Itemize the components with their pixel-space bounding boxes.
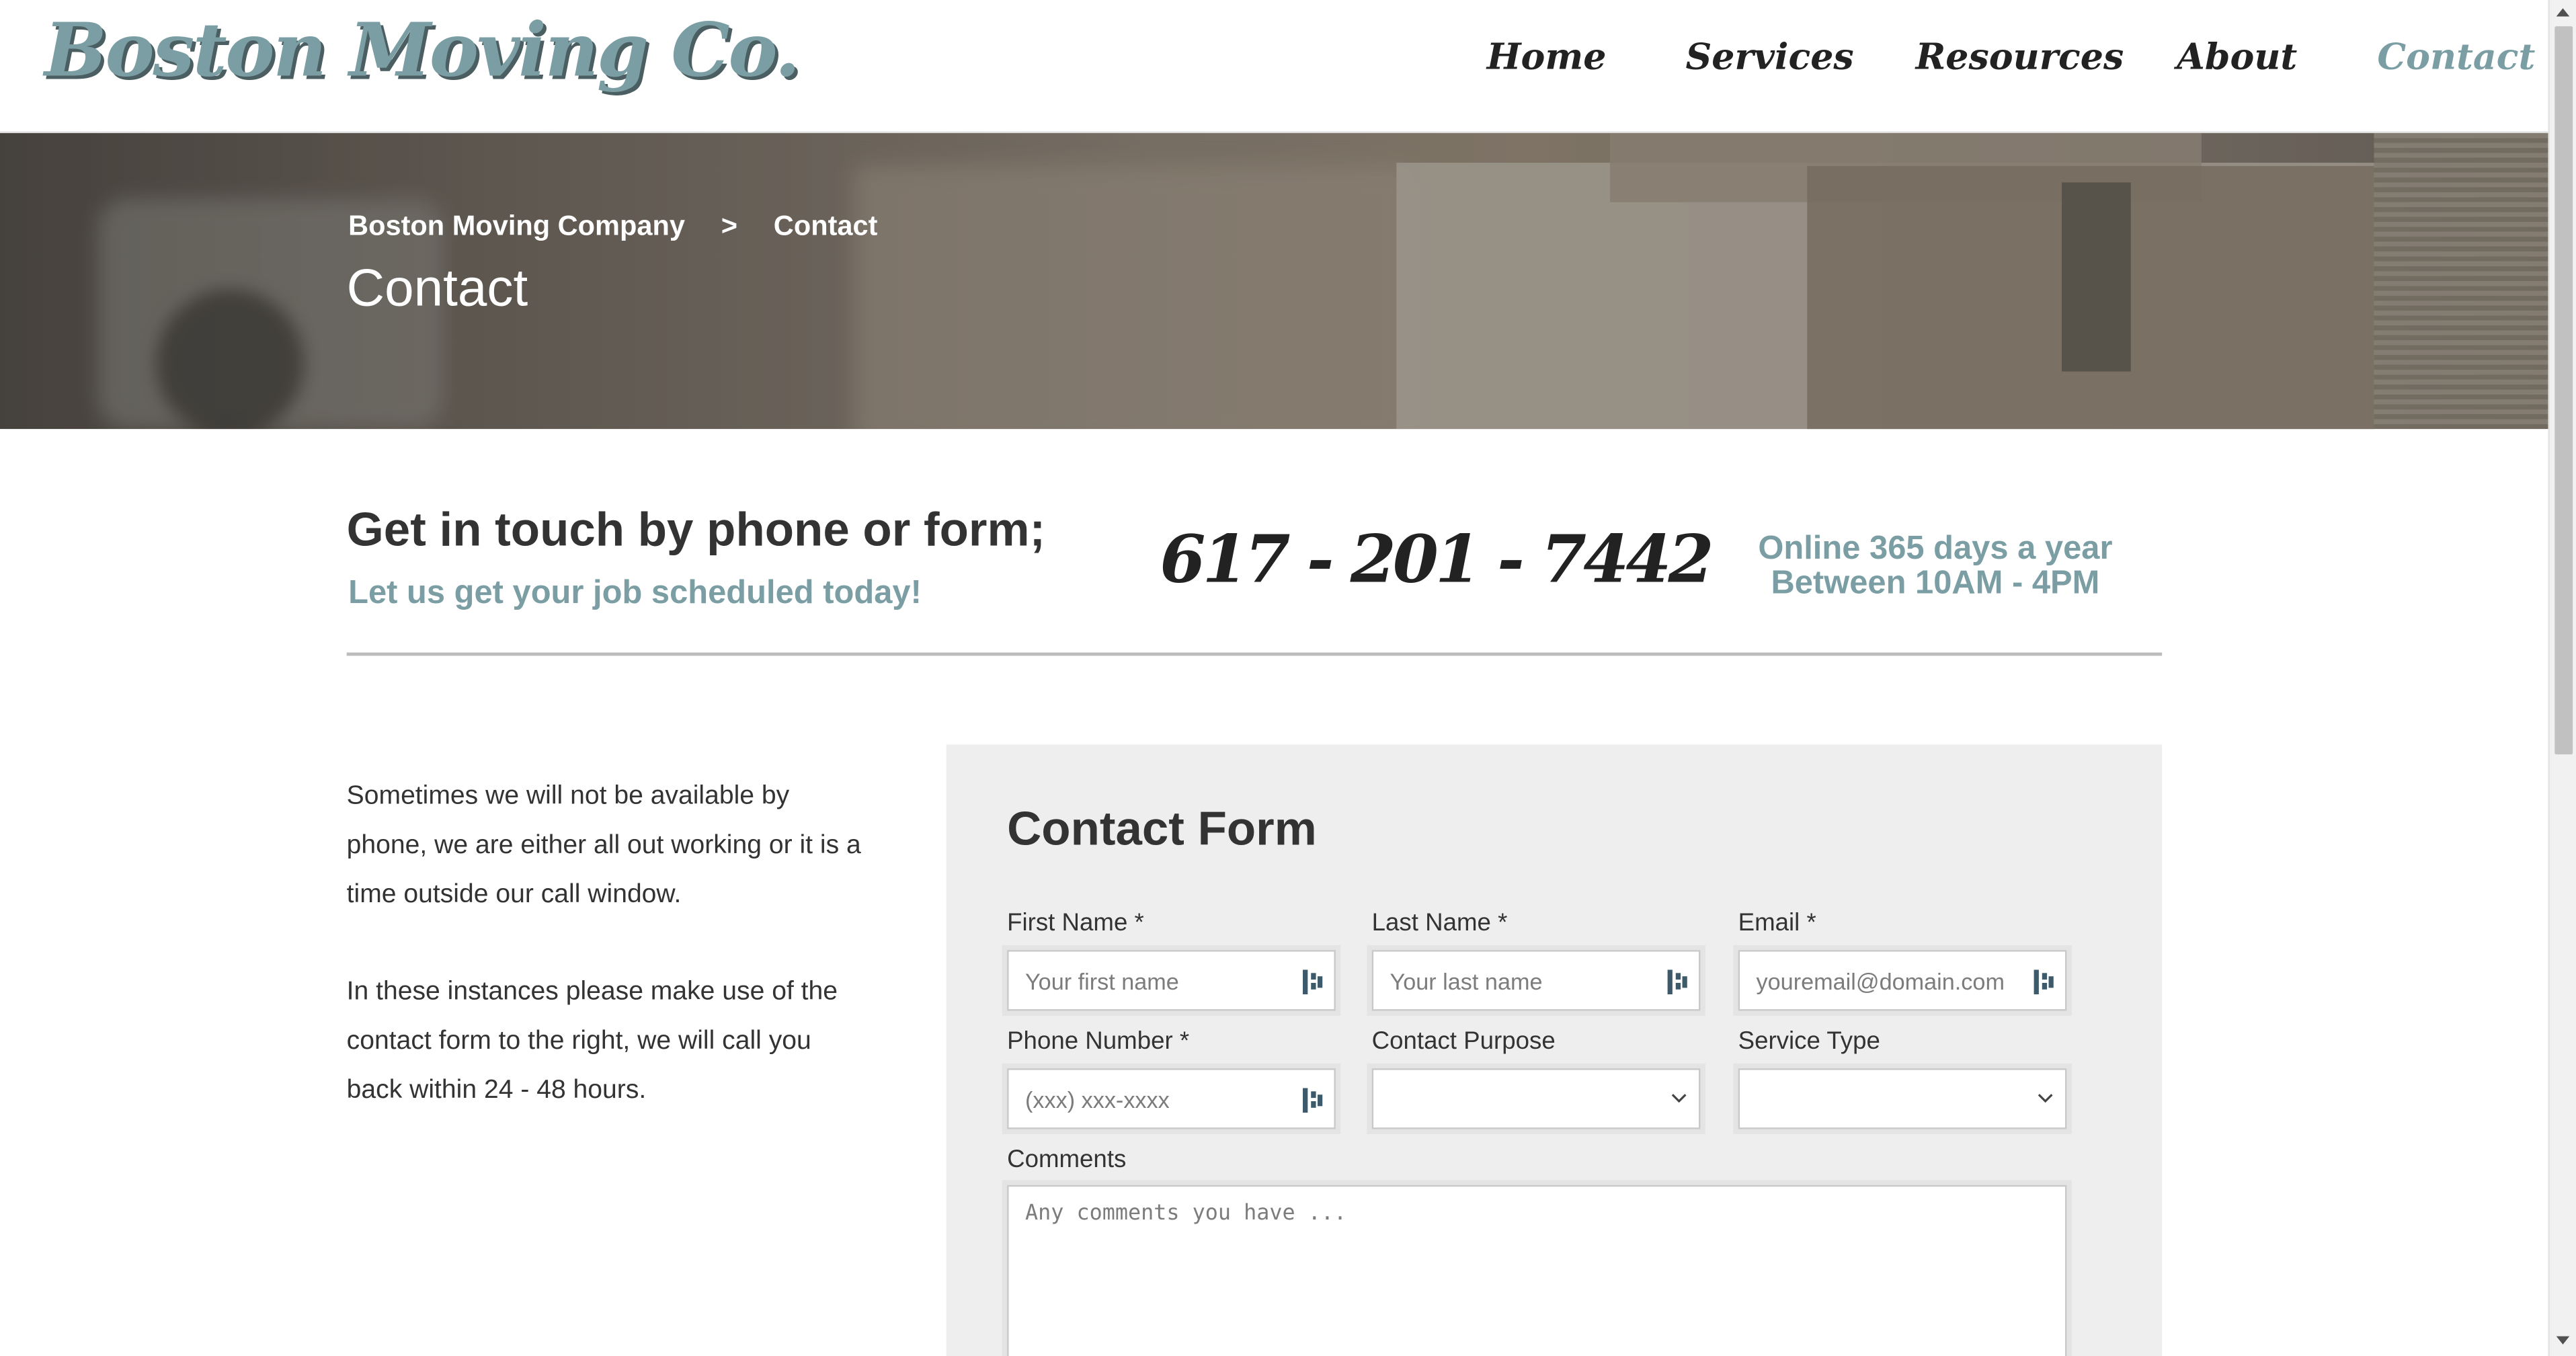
nav-services[interactable]: Services	[1685, 36, 1853, 79]
breadcrumb: Boston Moving Company > Contact	[348, 210, 877, 243]
scroll-down-icon[interactable]	[2556, 1336, 2570, 1345]
site-header: Boston Moving Co. Home Services Resource…	[0, 0, 2548, 134]
autofill-icon[interactable]	[2034, 969, 2054, 995]
first-name-field	[1007, 950, 1336, 1011]
form-title: Contact Form	[1007, 803, 1317, 856]
hours-line-2: Between 10AM - 4PM	[1771, 565, 2100, 602]
email-field	[1738, 950, 2067, 1011]
page-scrollbar[interactable]	[2548, 0, 2576, 1356]
chevron-down-icon	[1671, 1094, 1687, 1103]
page: Boston Moving Co. Home Services Resource…	[0, 0, 2576, 1356]
autofill-icon[interactable]	[1667, 969, 1687, 995]
contact-purpose-label: Contact Purpose	[1371, 1027, 1556, 1055]
section-divider	[346, 652, 2163, 656]
scrollbar-thumb[interactable]	[2554, 26, 2573, 755]
intro-heading: Get in touch by phone or form;	[346, 504, 1046, 557]
contact-info-text: Sometimes we will not be available by ph…	[347, 772, 873, 1164]
last-name-input[interactable]	[1373, 951, 1699, 1010]
last-name-field	[1371, 950, 1701, 1011]
business-hours: Online 365 days a year Between 10AM - 4P…	[1709, 532, 2163, 602]
phone-label: Phone Number *	[1007, 1027, 1190, 1055]
contact-form: Contact Form First Name * Last Name * Em…	[946, 744, 2163, 1356]
nav-about[interactable]: About	[2177, 36, 2297, 79]
autofill-icon[interactable]	[1303, 969, 1323, 995]
info-paragraph-2: In these instances please make use of th…	[346, 978, 838, 1105]
autofill-icon[interactable]	[1303, 1088, 1323, 1113]
email-input[interactable]	[1740, 951, 2065, 1010]
nav-contact[interactable]: Contact	[2377, 36, 2535, 79]
first-name-input[interactable]	[1008, 951, 1334, 1010]
info-paragraph-1: Sometimes we will not be available by ph…	[346, 782, 861, 909]
first-name-label: First Name *	[1007, 908, 1144, 937]
scroll-up-icon[interactable]	[2556, 8, 2570, 17]
page-title: Contact	[346, 257, 528, 317]
service-type-label: Service Type	[1738, 1027, 1880, 1055]
comments-textarea[interactable]	[1008, 1187, 2065, 1356]
nav-home[interactable]: Home	[1487, 36, 1607, 79]
nav-resources[interactable]: Resources	[1916, 36, 2124, 79]
phone-number[interactable]: 617 - 201 - 7442	[1160, 521, 1714, 598]
contact-purpose-select[interactable]	[1371, 1068, 1701, 1129]
service-type-select[interactable]	[1738, 1068, 2067, 1129]
email-label: Email *	[1738, 908, 1816, 937]
last-name-label: Last Name *	[1371, 908, 1508, 937]
hours-line-1: Online 365 days a year	[1758, 530, 2113, 567]
chevron-down-icon	[2038, 1094, 2053, 1103]
phone-input[interactable]	[1008, 1070, 1334, 1128]
main-nav: Home Services Resources About Contact	[0, 36, 2548, 95]
breadcrumb-current: Contact	[773, 210, 878, 242]
comments-field	[1007, 1185, 2067, 1356]
breadcrumb-home[interactable]: Boston Moving Company	[348, 210, 685, 241]
breadcrumb-separator: >	[721, 210, 738, 242]
hero-banner: Boston Moving Company > Contact Contact	[0, 133, 2548, 430]
intro-subheading: Let us get your job scheduled today!	[348, 575, 922, 612]
phone-field	[1007, 1068, 1336, 1129]
comments-label: Comments	[1007, 1146, 1127, 1174]
